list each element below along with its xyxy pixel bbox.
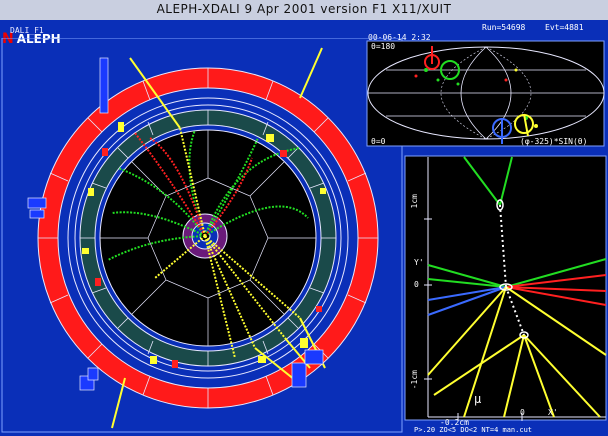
detector-view bbox=[1, 38, 403, 433]
run-number: Run=54698 bbox=[482, 23, 526, 32]
vertex-panel-footer: P>.20 ZO<5 DO<2 NT=4 man.cut bbox=[414, 426, 533, 434]
x-tick-zero: 0 bbox=[520, 408, 525, 417]
y-tick-bottom: -1cm bbox=[410, 370, 419, 390]
theta-top-label: θ=180 bbox=[371, 42, 396, 51]
theta-bottom-label: θ=0 bbox=[371, 137, 386, 146]
muon-label: μ bbox=[474, 392, 482, 406]
y-tick-zero: 0 bbox=[414, 280, 419, 289]
phi-theta-projection bbox=[366, 40, 605, 147]
projection-formula: (φ-325)*SIN(θ) bbox=[520, 137, 588, 146]
vertex-view bbox=[404, 155, 607, 421]
y-tick-top: 1cm bbox=[410, 194, 419, 209]
x-axis-label: X' bbox=[548, 408, 558, 417]
event-number: Evt=4881 bbox=[545, 23, 584, 32]
window-titlebar[interactable]: ALEPH-XDALI 9 Apr 2001 version F1 X11/XU… bbox=[0, 0, 608, 20]
main-panel-label: DALI_F1 bbox=[10, 26, 44, 35]
y-axis-label: Y' bbox=[414, 258, 424, 267]
window-title: ALEPH-XDALI 9 Apr 2001 version F1 X11/XU… bbox=[156, 2, 452, 16]
